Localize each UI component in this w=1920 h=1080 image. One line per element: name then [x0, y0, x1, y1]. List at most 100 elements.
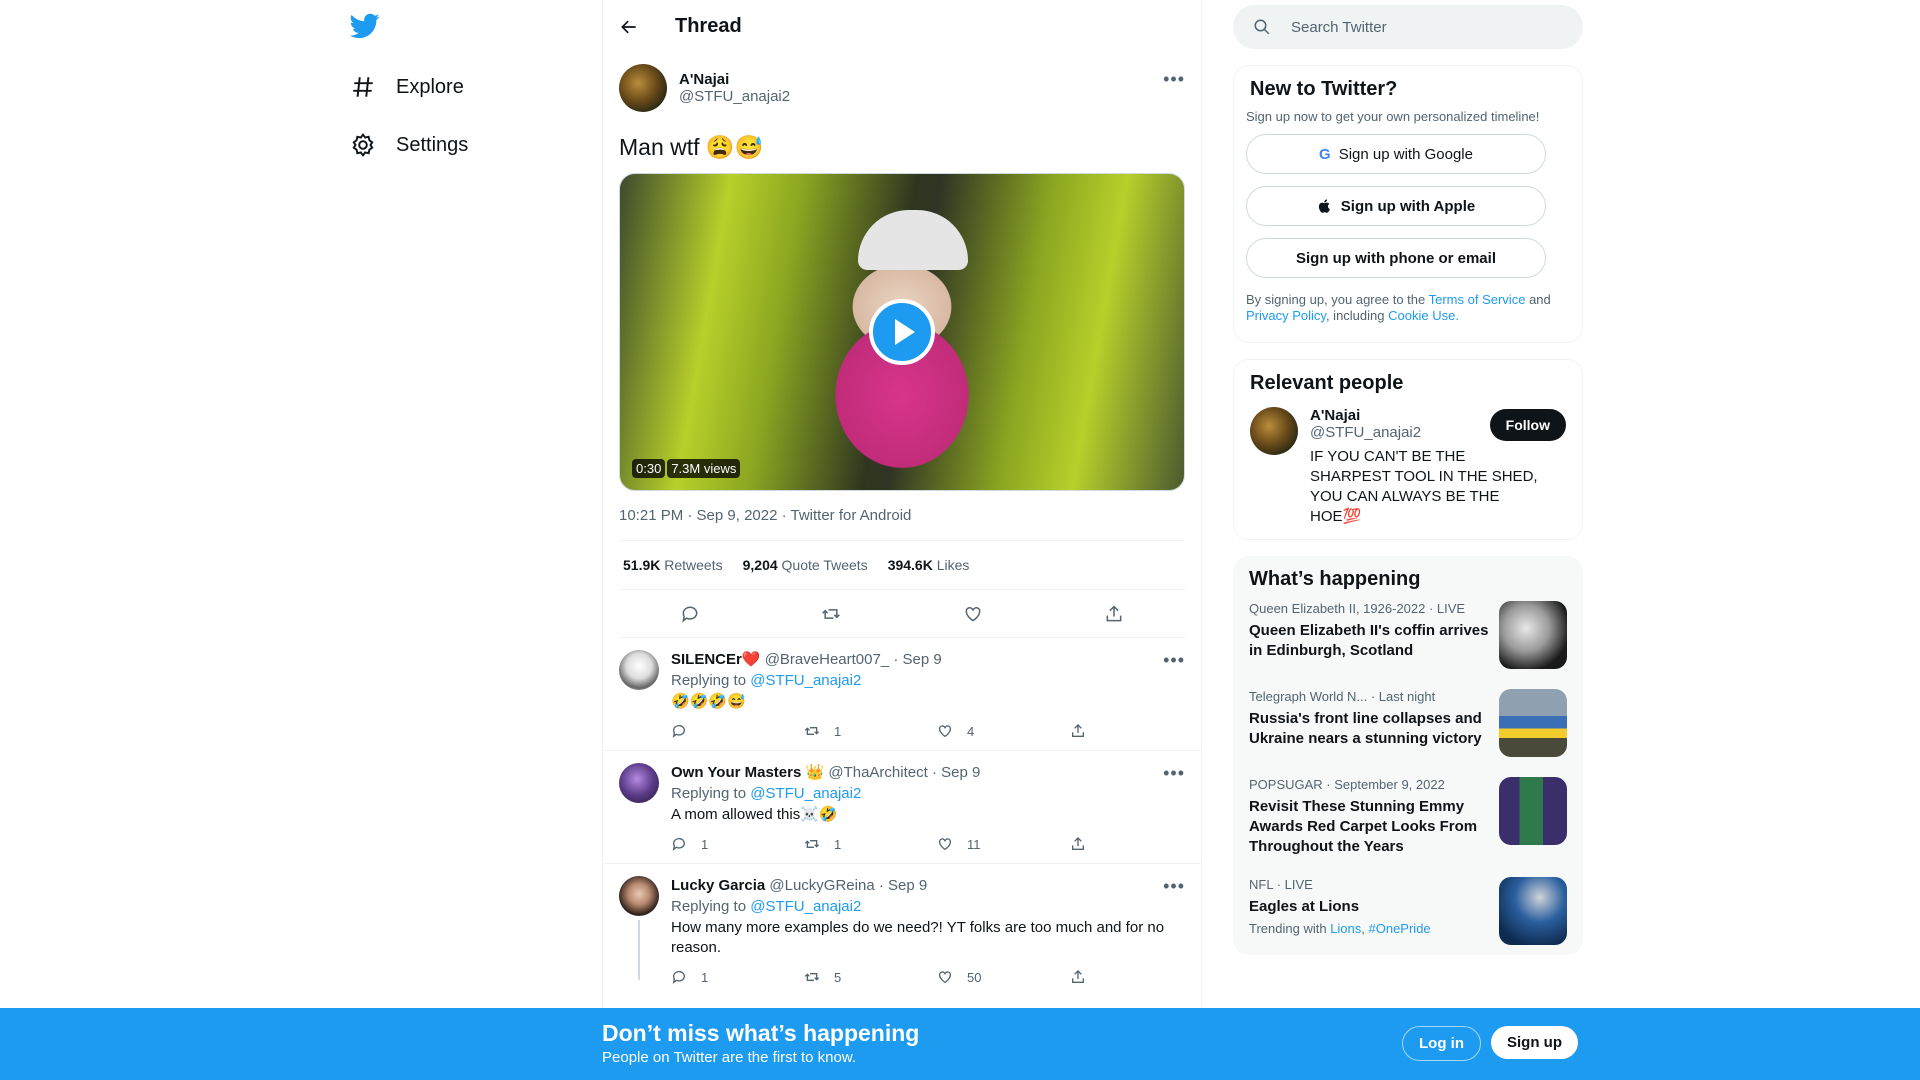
trend-item[interactable]: NFL · LIVE Eagles at Lions Trending with…	[1233, 867, 1583, 955]
more-options-icon[interactable]: •••	[1163, 763, 1185, 784]
tweet-author: A'Najai @STFU_anajai2 •••	[619, 63, 1185, 113]
trend-title: Queen Elizabeth II's coffin arrives in E…	[1249, 622, 1489, 659]
share-button[interactable]	[1070, 836, 1201, 852]
share-button[interactable]	[1070, 969, 1201, 985]
reply-date[interactable]: · Sep 9	[893, 651, 941, 668]
terms-of-service-link[interactable]: Terms of Service	[1429, 292, 1526, 307]
trend-item[interactable]: Queen Elizabeth II, 1926-2022 · LIVE Que…	[1233, 591, 1583, 679]
retweet-button[interactable]: 1	[804, 836, 937, 852]
trend-title: Revisit These Stunning Emmy Awards Red C…	[1249, 798, 1478, 855]
author-handle[interactable]: @STFU_anajai2	[679, 88, 790, 105]
reply-display-name[interactable]: Lucky Garcia	[671, 877, 765, 894]
back-arrow-icon[interactable]	[619, 17, 639, 37]
avatar[interactable]	[619, 650, 659, 690]
like-icon	[939, 971, 951, 984]
cookie-use-link[interactable]: Cookie Use.	[1388, 308, 1459, 323]
reply-tweet[interactable]: SILENCEr❤️ @BraveHeart007_ · Sep 9 Reply…	[603, 638, 1201, 751]
share-icon	[1072, 970, 1084, 983]
reply-handle[interactable]: @BraveHeart007_	[765, 651, 889, 668]
trend-title: Eagles at Lions	[1249, 898, 1360, 915]
play-icon[interactable]	[869, 299, 935, 365]
trend-thumbnail	[1499, 877, 1567, 945]
like-icon	[939, 838, 951, 851]
trend-subtitle: Trending with Lions, #OnePride	[1249, 921, 1431, 936]
quotes-stat[interactable]: 9,204 Quote Tweets	[743, 557, 868, 573]
reply-handle[interactable]: @ThaArchitect	[828, 764, 927, 781]
share-icon[interactable]	[1104, 604, 1124, 624]
reply-date[interactable]: · Sep 9	[932, 764, 980, 781]
replying-prefix: Replying to	[671, 785, 747, 802]
signup-phone-email-button[interactable]: Sign up with phone or email	[1246, 238, 1546, 278]
like-button[interactable]: 50	[937, 969, 1070, 985]
tweet-video[interactable]: 0:30 7.3M views	[619, 173, 1185, 491]
like-icon	[939, 725, 951, 738]
like-button[interactable]: 4	[937, 723, 1070, 739]
likes-stat[interactable]: 394.6K Likes	[888, 557, 970, 573]
reply-handle[interactable]: @LuckyGReina	[769, 877, 874, 894]
reply-date[interactable]: · Sep 9	[879, 877, 927, 894]
replying-prefix: Replying to	[671, 672, 747, 689]
avatar[interactable]	[619, 64, 667, 112]
reply-tweet[interactable]: Own Your Masters 👑 @ThaArchitect · Sep 9…	[603, 751, 1201, 864]
avatar[interactable]	[619, 763, 659, 803]
reply-actions: 1 4	[671, 712, 1201, 750]
replying-to-link[interactable]: @STFU_anajai2	[750, 672, 861, 689]
follow-button[interactable]: Follow	[1489, 409, 1566, 441]
nav-settings[interactable]: Settings	[350, 125, 468, 165]
more-options-icon[interactable]: •••	[1163, 876, 1185, 897]
trend-link-lions[interactable]: Lions	[1330, 921, 1361, 936]
more-options-icon[interactable]: •••	[1163, 69, 1185, 90]
signup-terms: By signing up, you agree to the Terms of…	[1246, 292, 1551, 323]
author-display-name[interactable]: A'Najai	[679, 71, 790, 88]
relevant-person[interactable]: A'Najai @STFU_anajai2 IF YOU CAN'T BE TH…	[1234, 395, 1582, 539]
trend-link-onepride[interactable]: #OnePride	[1369, 921, 1431, 936]
retweet-icon[interactable]	[821, 604, 841, 624]
trend-thumbnail	[1499, 689, 1567, 757]
trend-meta: POPSUGAR · September 9, 2022	[1249, 777, 1445, 792]
share-button[interactable]	[1070, 723, 1201, 739]
search-input[interactable]: Search Twitter	[1291, 19, 1387, 36]
reply-button[interactable]	[671, 723, 804, 739]
tweet-text: Man wtf 😩😅	[619, 134, 764, 160]
avatar[interactable]	[1250, 407, 1298, 455]
reply-button[interactable]: 1	[671, 969, 804, 985]
trend-meta: NFL · LIVE	[1249, 877, 1313, 892]
twitter-bird-icon[interactable]	[349, 10, 382, 42]
replying-to-link[interactable]: @STFU_anajai2	[750, 785, 861, 802]
signup-button[interactable]: Sign up	[1491, 1026, 1578, 1059]
replying-prefix: Replying to	[671, 898, 747, 915]
login-button[interactable]: Log in	[1402, 1026, 1481, 1061]
retweet-icon	[804, 727, 820, 735]
retweets-stat[interactable]: 51.9K Retweets	[623, 557, 723, 573]
avatar[interactable]	[619, 876, 659, 916]
search-box[interactable]: Search Twitter	[1233, 5, 1583, 49]
signup-google-button[interactable]: G Sign up with Google	[1246, 134, 1546, 174]
reply-icon[interactable]	[680, 604, 700, 624]
privacy-policy-link[interactable]: Privacy Policy	[1246, 308, 1326, 323]
more-options-icon[interactable]: •••	[1163, 650, 1185, 671]
like-button[interactable]: 11	[937, 836, 1070, 852]
thread-column: Thread A'Najai @STFU_anajai2 ••• Man wtf…	[602, 0, 1202, 1080]
nav-explore[interactable]: Explore	[350, 67, 464, 107]
reply-icon	[672, 838, 685, 851]
whats-happening-title: What’s happening	[1249, 568, 1421, 590]
reply-button[interactable]: 1	[671, 836, 804, 852]
tweet-timestamp[interactable]: 10:21 PM · Sep 9, 2022 · Twitter for And…	[619, 507, 1185, 541]
replying-to-link[interactable]: @STFU_anajai2	[750, 898, 861, 915]
signup-apple-button[interactable]: Sign up with Apple	[1246, 186, 1546, 226]
new-to-twitter-subtitle: Sign up now to get your own personalized…	[1246, 109, 1540, 124]
reply-display-name[interactable]: Own Your Masters 👑	[671, 764, 824, 781]
reply-icon	[672, 725, 685, 738]
signup-banner: Don’t miss what’s happening People on Tw…	[0, 1008, 1920, 1080]
reply-tweet[interactable]: Lucky Garcia @LuckyGReina · Sep 9 Replyi…	[603, 864, 1201, 996]
like-icon[interactable]	[963, 604, 983, 624]
retweet-icon	[804, 840, 820, 848]
trend-item[interactable]: Telegraph World N... · Last night Russia…	[1233, 679, 1583, 767]
trend-item[interactable]: POPSUGAR · September 9, 2022 Revisit The…	[1233, 767, 1583, 867]
new-to-twitter-card: New to Twitter? Sign up now to get your …	[1233, 65, 1583, 343]
reply-text: How many more examples do we need?! YT f…	[671, 919, 1165, 956]
reply-display-name[interactable]: SILENCEr❤️	[671, 651, 761, 668]
search-icon	[1254, 19, 1270, 35]
retweet-button[interactable]: 1	[804, 723, 937, 739]
retweet-button[interactable]: 5	[804, 969, 937, 985]
